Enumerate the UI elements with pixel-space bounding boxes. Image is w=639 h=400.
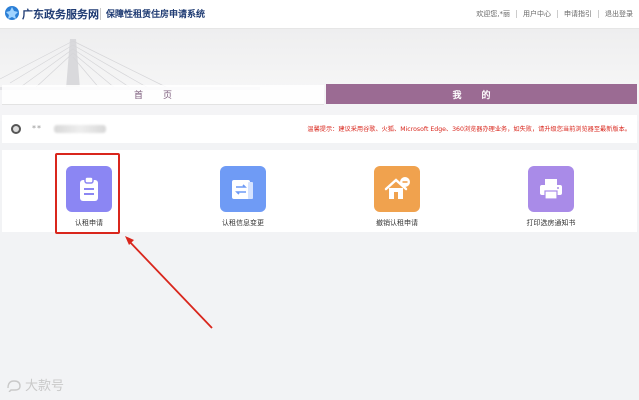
annotation-arrow [125,236,213,329]
watermark-text: 大款号 [25,379,65,394]
watermark-logo-icon [7,379,21,392]
watermark: 大款号 [6,375,64,394]
